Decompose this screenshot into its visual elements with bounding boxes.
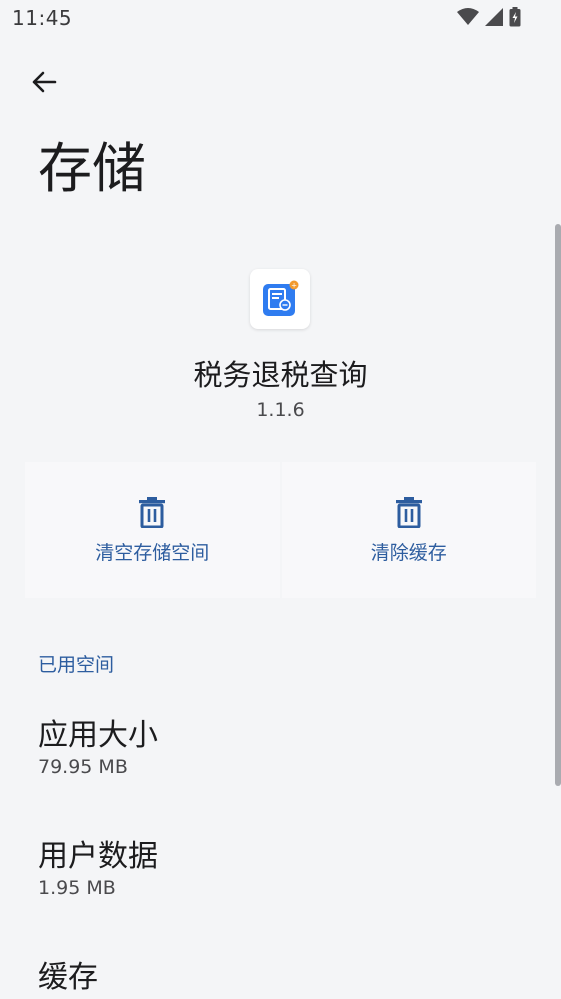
item-value: 79.95 MB <box>38 756 128 778</box>
list-item-user-data[interactable]: 用户数据 1.95 MB <box>38 839 158 899</box>
item-title: 应用大小 <box>38 718 158 753</box>
list-item-cache[interactable]: 缓存 <box>38 960 98 996</box>
clear-storage-button[interactable]: 清空存储空间 <box>25 462 280 598</box>
trash-icon <box>139 496 166 528</box>
battery-charging-icon <box>509 7 521 31</box>
action-row: 清空存储空间 清除缓存 <box>25 462 536 598</box>
wifi-icon <box>457 8 479 30</box>
back-arrow-icon <box>32 71 57 93</box>
clear-cache-button[interactable]: 清除缓存 <box>281 462 536 598</box>
scrollbar[interactable] <box>555 224 561 786</box>
trash-icon <box>395 496 422 528</box>
page-title: 存储 <box>38 137 146 200</box>
back-button[interactable] <box>24 62 64 102</box>
item-title: 缓存 <box>38 960 98 995</box>
tax-refund-app-icon: + <box>263 280 299 316</box>
clear-cache-label: 清除缓存 <box>370 541 447 564</box>
status-time: 11:45 <box>12 6 73 30</box>
cellular-signal-icon <box>485 8 503 30</box>
app-name: 税务退税查询 <box>193 358 368 392</box>
clear-storage-label: 清空存储空间 <box>95 541 210 564</box>
status-icons <box>457 7 521 31</box>
list-item-app-size[interactable]: 应用大小 79.95 MB <box>38 718 158 778</box>
app-version: 1.1.6 <box>256 399 305 421</box>
app-icon: + <box>250 269 310 329</box>
section-header-used-space: 已用空间 <box>38 654 115 676</box>
status-bar: 11:45 <box>0 0 561 40</box>
item-title: 用户数据 <box>38 839 158 874</box>
svg-text:+: + <box>291 282 297 290</box>
item-value: 1.95 MB <box>38 877 116 899</box>
